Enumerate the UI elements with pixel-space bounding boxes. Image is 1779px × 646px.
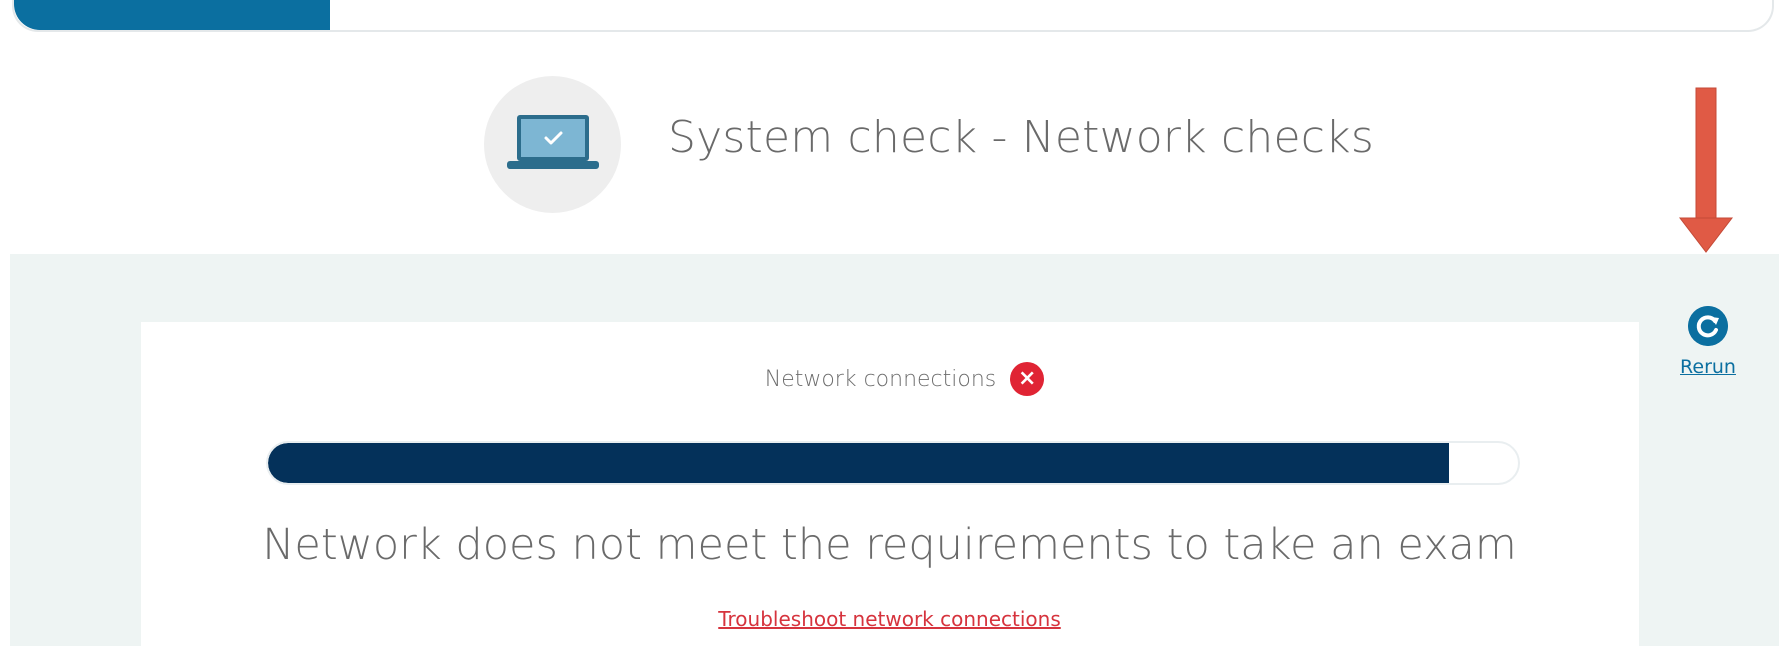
refresh-icon [1688, 306, 1728, 346]
rerun-button[interactable]: Rerun [1670, 306, 1746, 378]
network-check-progress-bar [266, 441, 1520, 485]
network-check-progress-fill [268, 443, 1450, 483]
rerun-label[interactable]: Rerun [1680, 356, 1736, 378]
troubleshoot-link[interactable]: Troubleshoot network connections [0, 607, 1779, 631]
red-down-arrow-icon [1678, 87, 1734, 253]
laptop-check-icon [507, 115, 599, 169]
page-title: System check - Network checks [668, 112, 1374, 163]
step-progress-fill [14, 0, 331, 30]
step-progress-bar [12, 0, 1774, 32]
result-message: Network does not meet the requirements t… [262, 520, 1517, 570]
